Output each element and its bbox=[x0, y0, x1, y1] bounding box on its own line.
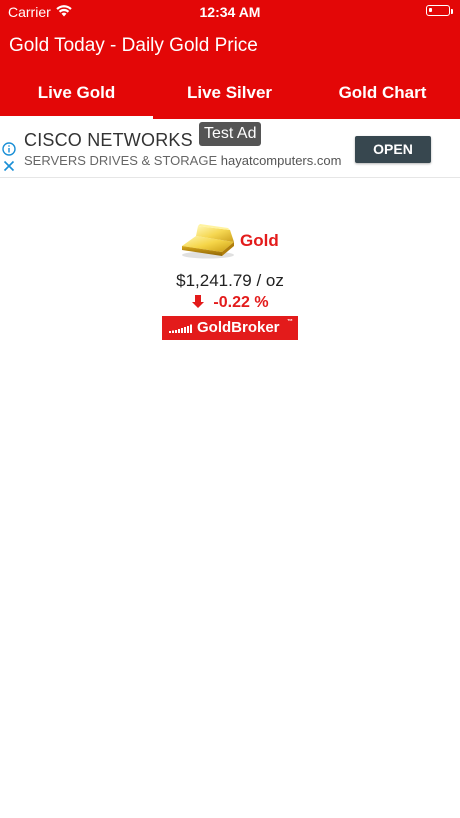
battery-nub bbox=[451, 9, 453, 14]
close-icon[interactable] bbox=[3, 160, 15, 172]
price-change-value: -0.22 % bbox=[213, 294, 269, 311]
ad-subline: SERVERS DRIVES & STORAGE hayatcomputers.… bbox=[24, 153, 341, 168]
ad-domain: hayatcomputers.com bbox=[220, 153, 342, 168]
battery-icon bbox=[426, 5, 450, 16]
app-title: Gold Today - Daily Gold Price bbox=[9, 35, 258, 56]
gold-header: Gold bbox=[0, 222, 460, 262]
arrow-down-icon bbox=[192, 295, 205, 308]
tab-live-silver[interactable]: Live Silver bbox=[153, 80, 306, 119]
goldbroker-logo-button[interactable]: GoldBroker ™ bbox=[162, 316, 298, 340]
price-change: -0.22 % bbox=[0, 294, 460, 312]
test-ad-badge: Test Ad bbox=[199, 122, 262, 146]
app-header: Carrier 12:34 AM Gold Today - Daily Gold… bbox=[0, 0, 460, 119]
price-value: $1,241.79 / oz bbox=[176, 271, 284, 290]
info-icon[interactable] bbox=[2, 142, 16, 156]
broker-trademark: ™ bbox=[287, 319, 293, 325]
ad-headline[interactable]: CISCO NETWORKS LINKS bbox=[24, 130, 199, 151]
ad-open-button[interactable]: OPEN bbox=[355, 136, 431, 163]
gold-bar-icon bbox=[182, 224, 234, 259]
clock: 12:34 AM bbox=[199, 4, 261, 20]
status-bar: Carrier 12:34 AM bbox=[0, 0, 460, 24]
metal-label: Gold bbox=[240, 231, 279, 250]
ad-subline-text: SERVERS DRIVES & STORAGE bbox=[24, 153, 218, 168]
signal-bars-icon bbox=[169, 324, 192, 333]
tab-live-gold[interactable]: Live Gold bbox=[0, 80, 153, 119]
broker-name: GoldBroker bbox=[197, 319, 280, 336]
tab-gold-chart[interactable]: Gold Chart bbox=[306, 80, 459, 119]
tab-bar: Live Gold Live Silver Gold Chart bbox=[0, 80, 460, 119]
